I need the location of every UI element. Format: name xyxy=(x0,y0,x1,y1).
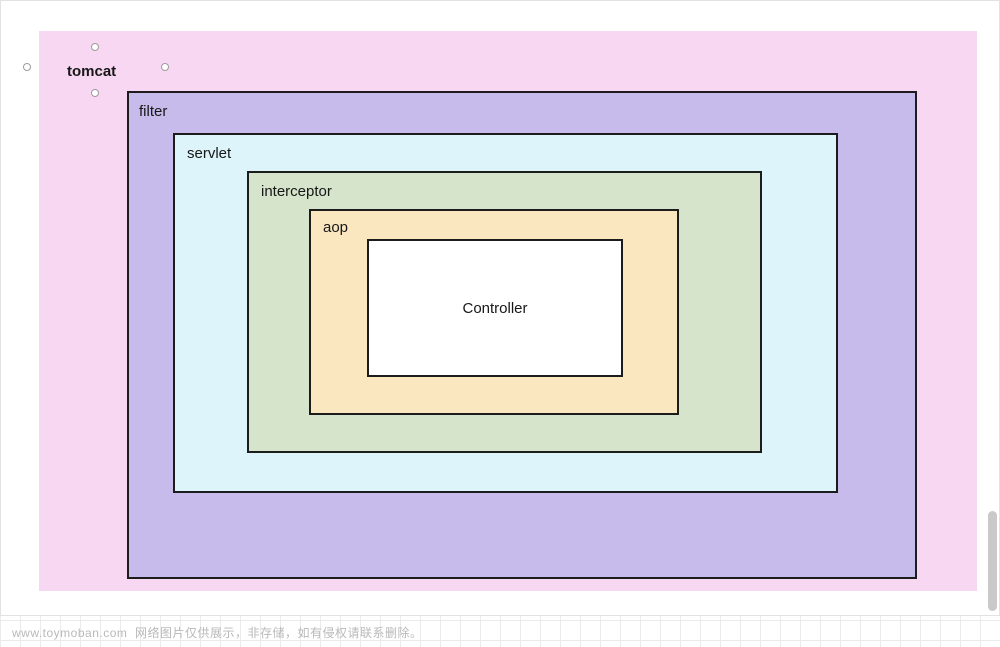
interceptor-box: interceptor aop Controller xyxy=(247,171,762,453)
interceptor-label: interceptor xyxy=(261,183,332,200)
watermark-site: www.toymoban.com xyxy=(12,626,127,640)
filter-label: filter xyxy=(139,103,167,120)
canvas-frame: tomcat filter servlet interceptor aop Co… xyxy=(0,0,1000,616)
scrollbar-vertical[interactable] xyxy=(988,511,997,611)
tomcat-box: tomcat filter servlet interceptor aop Co… xyxy=(39,31,977,591)
selection-handle-icon[interactable] xyxy=(161,63,169,71)
controller-box: Controller xyxy=(367,239,623,377)
watermark-text: www.toymoban.com 网络图片仅供展示，非存储，如有侵权请联系删除。 xyxy=(12,624,423,641)
servlet-box: servlet interceptor aop Controller xyxy=(173,133,838,493)
aop-box: aop Controller xyxy=(309,209,679,415)
aop-label: aop xyxy=(323,219,348,236)
selection-handle-icon[interactable] xyxy=(23,63,31,71)
controller-label: Controller xyxy=(462,300,527,317)
watermark-note: 网络图片仅供展示，非存储，如有侵权请联系删除。 xyxy=(135,626,423,640)
selection-handle-icon[interactable] xyxy=(91,89,99,97)
tomcat-label: tomcat xyxy=(67,63,116,80)
selection-handle-icon[interactable] xyxy=(91,43,99,51)
filter-box: filter servlet interceptor aop Controlle… xyxy=(127,91,917,579)
servlet-label: servlet xyxy=(187,145,231,162)
